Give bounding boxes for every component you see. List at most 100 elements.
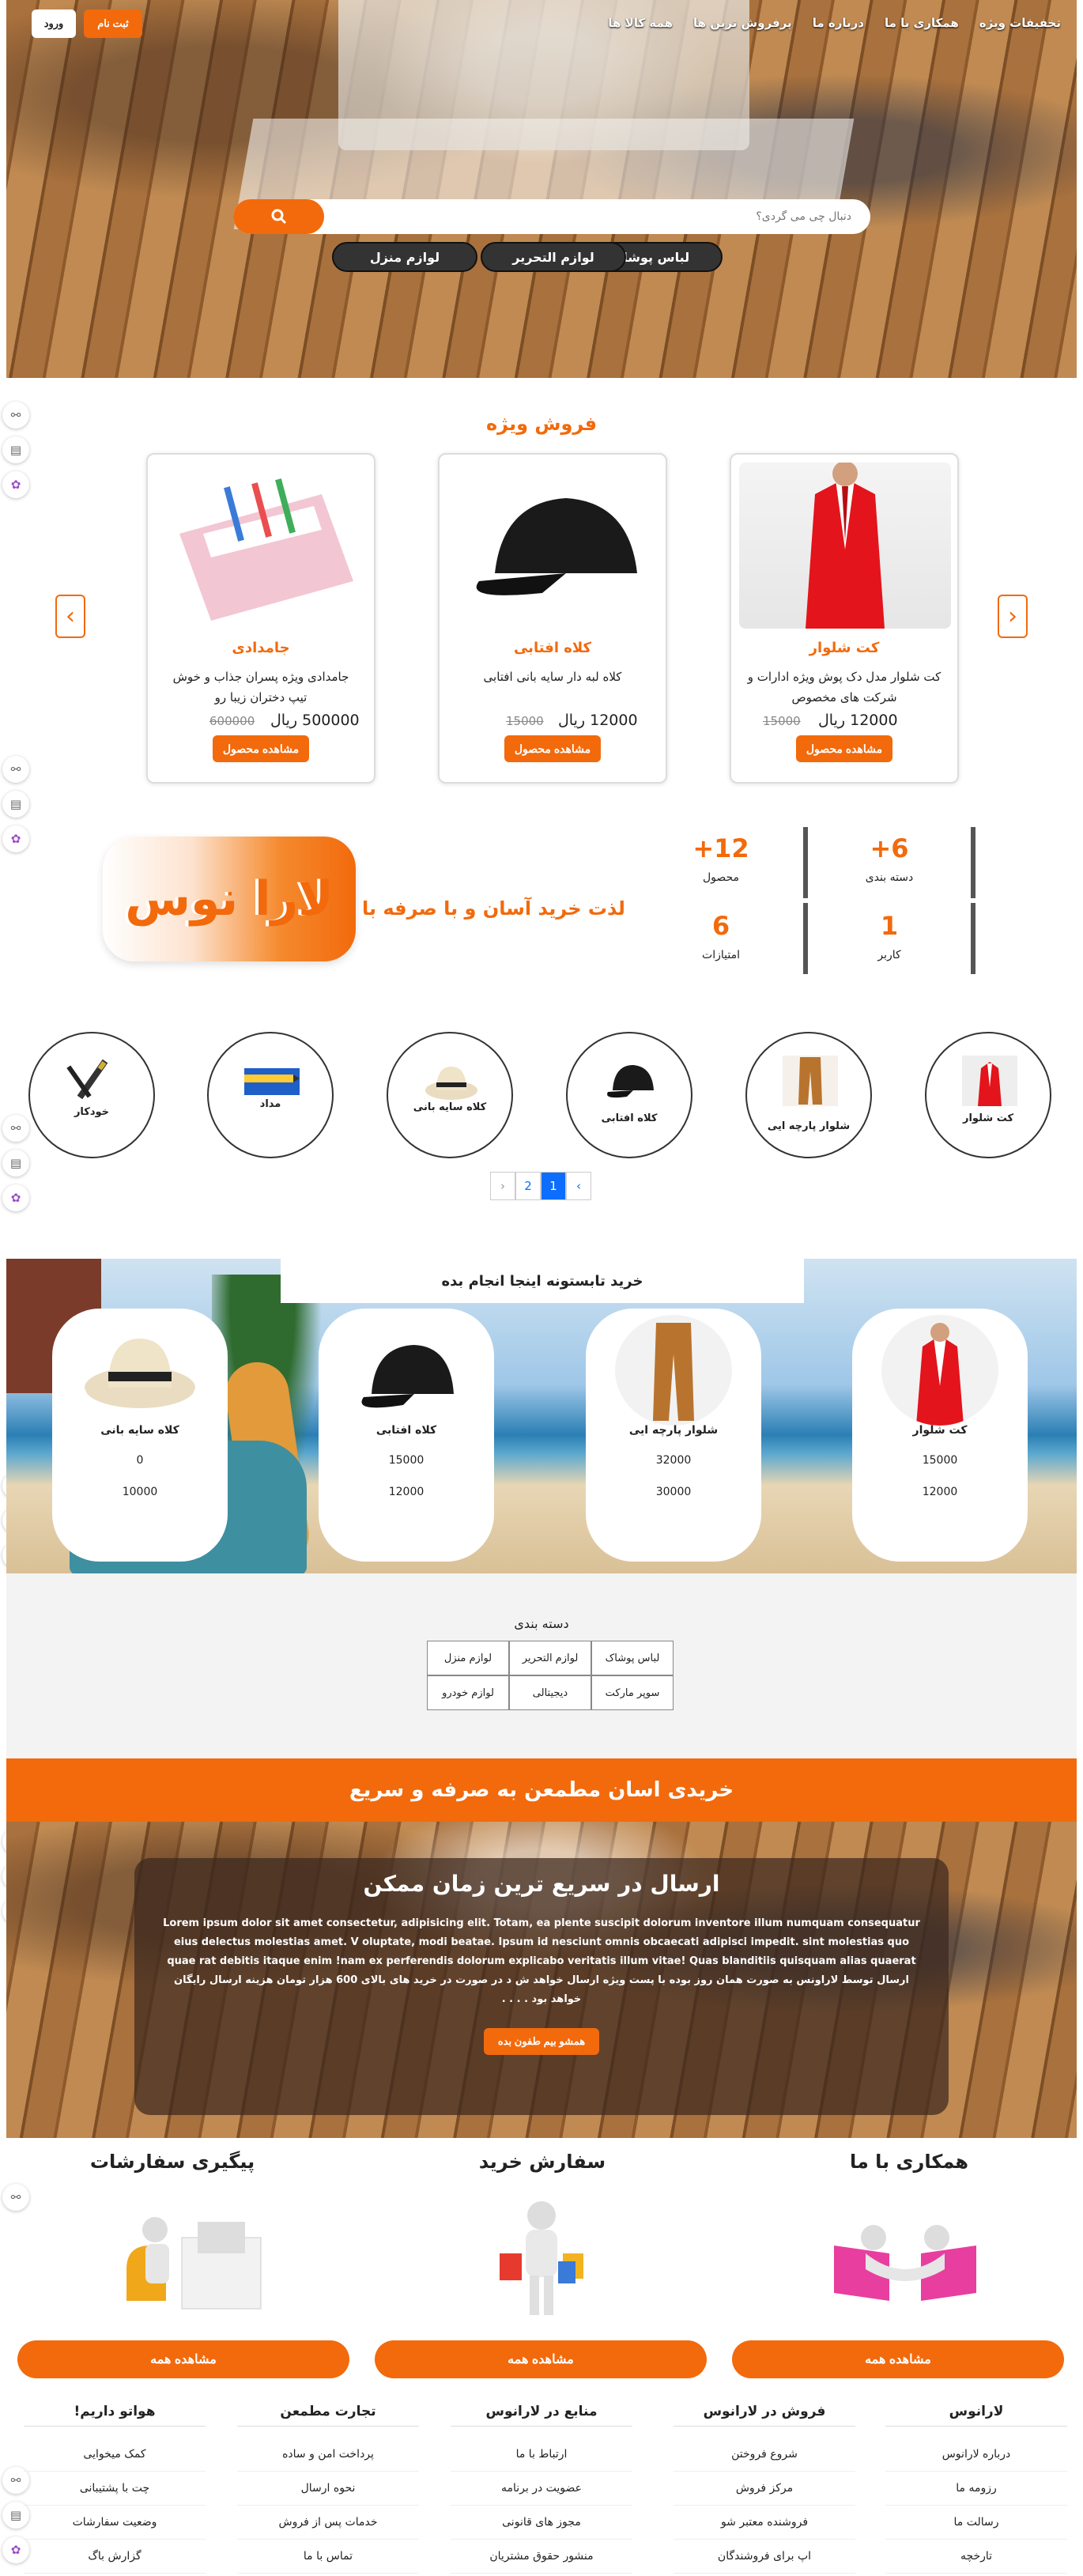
carousel-prev-button[interactable]: ‹ bbox=[55, 595, 85, 638]
category-label: خودکار bbox=[74, 1106, 110, 1118]
product-price: 12000 ریال bbox=[818, 712, 898, 729]
search-bar bbox=[233, 199, 870, 234]
category-circle[interactable]: مداد bbox=[207, 1032, 334, 1158]
footer-link[interactable]: چت با پشتیبانی bbox=[24, 2472, 206, 2506]
special-title: فروش ویژه bbox=[485, 413, 598, 435]
signup-button[interactable]: ثبت نام bbox=[84, 9, 142, 38]
footer-column: لارانوس درباره لارانوس رزومه ما رسالت ما… bbox=[885, 2404, 1067, 2574]
footer-link[interactable]: گزارش باگ bbox=[24, 2540, 206, 2574]
brain-icon[interactable]: ✿ bbox=[2, 1184, 29, 1211]
footer-link[interactable]: تارخچه bbox=[885, 2540, 1067, 2574]
category-circle[interactable]: خودکار bbox=[28, 1032, 155, 1158]
search-button[interactable] bbox=[233, 199, 324, 234]
stat-value: 1 bbox=[880, 911, 899, 941]
login-button[interactable]: ورود bbox=[32, 9, 76, 38]
pen-icon bbox=[66, 1059, 108, 1100]
search-input[interactable] bbox=[377, 199, 851, 234]
nav-link-partner[interactable]: همکاری با ما bbox=[885, 16, 959, 30]
stat-points: 6 امتیازات bbox=[666, 911, 776, 961]
view-all-button[interactable]: مشاهده همه bbox=[17, 2340, 349, 2378]
footer-link[interactable]: مجوز های قانونی bbox=[451, 2506, 632, 2540]
footer-link[interactable]: رسالت ما bbox=[885, 2506, 1067, 2540]
product-card[interactable]: کت شلوار کت شلوار مدل دک پوش ویژه ادارات… bbox=[730, 453, 959, 784]
brain-icon[interactable]: ✿ bbox=[2, 825, 29, 852]
top-nav: ثبت نام ورود تخفیفات ویژه همکاری با ما د… bbox=[6, 0, 1077, 47]
summer-title: خرید تابستونه اینجا انجام بده bbox=[281, 1259, 804, 1303]
footer-link[interactable]: درباره لارانوس bbox=[885, 2438, 1067, 2472]
footer-link[interactable]: کمک میخوایی bbox=[24, 2438, 206, 2472]
view-product-button[interactable]: مشاهده محصول bbox=[213, 735, 309, 762]
brand-logo: لارا نوس bbox=[103, 837, 356, 961]
category-circle[interactable]: کلاه سایه بانی bbox=[387, 1032, 513, 1158]
summer-item-sale: 10000 bbox=[122, 1486, 158, 1498]
product-card[interactable]: کلاه افتابی کلاه لبه دار سایه بانی افتاب… bbox=[438, 453, 667, 784]
shipping-box: ارسال در سریع ترین زمان ممکن Lorem ipsum… bbox=[134, 1858, 949, 2115]
footer-heading: لارانوس bbox=[885, 2404, 1067, 2427]
summer-card[interactable]: شلوار پارچه ایی 32000 30000 bbox=[586, 1309, 761, 1562]
nav-link-bestsellers[interactable]: پرفروش ترین ها bbox=[693, 16, 792, 30]
link-icon[interactable]: ⚯ bbox=[2, 756, 29, 783]
brain-icon[interactable]: ✿ bbox=[2, 471, 29, 498]
link-icon[interactable]: ⚯ bbox=[2, 1115, 29, 1142]
book-icon[interactable]: ▤ bbox=[2, 1150, 29, 1177]
view-product-button[interactable]: مشاهده محصول bbox=[504, 735, 601, 762]
category-circle[interactable]: شلوار پارچه ایی bbox=[745, 1032, 872, 1158]
category-circle[interactable]: کت شلوار bbox=[925, 1032, 1051, 1158]
footer-link[interactable]: وضعیت سفارشات bbox=[24, 2506, 206, 2540]
category-label: مداد bbox=[259, 1098, 281, 1110]
shipping-button[interactable]: همشو بیم طفون بده bbox=[484, 2028, 599, 2055]
divider bbox=[803, 903, 808, 974]
nav-link-offers[interactable]: تخفیفات ویژه bbox=[979, 16, 1061, 30]
suit-icon bbox=[806, 463, 885, 629]
footer-link[interactable]: تماس با ما bbox=[237, 2540, 419, 2574]
nav-link-about[interactable]: درباره ما bbox=[813, 16, 864, 30]
book-icon[interactable]: ▤ bbox=[2, 791, 29, 818]
product-name: کت شلوار bbox=[809, 640, 880, 656]
product-image bbox=[81, 1315, 198, 1426]
footer-link[interactable]: ارتباط با ما bbox=[451, 2438, 632, 2472]
summer-card[interactable]: کلاه سایه بانی 0 10000 bbox=[52, 1309, 228, 1562]
category-cell[interactable]: سوپر مارکت bbox=[591, 1675, 674, 1710]
category-cell[interactable]: لباس پوشاک bbox=[591, 1641, 674, 1675]
summer-card[interactable]: کت شلوار 15000 12000 bbox=[852, 1309, 1028, 1562]
pagination: › 2 1 ‹ bbox=[490, 1172, 591, 1200]
shopping-person-icon bbox=[500, 2201, 583, 2315]
category-cell[interactable]: لوازم التحریر bbox=[509, 1641, 591, 1675]
page-2-button[interactable]: 2 bbox=[515, 1172, 541, 1200]
footer-link[interactable]: عضویت در برنامه bbox=[451, 2472, 632, 2506]
view-all-button[interactable]: مشاهده همه bbox=[375, 2340, 707, 2378]
view-all-button[interactable]: مشاهده همه bbox=[732, 2340, 1064, 2378]
category-circle[interactable]: کلاه افتابی bbox=[566, 1032, 692, 1158]
category-cell[interactable]: دیجیتالی bbox=[509, 1675, 591, 1710]
nav-links: تخفیفات ویژه همکاری با ما درباره ما پرفر… bbox=[608, 16, 1061, 30]
page-next-button[interactable]: ‹ bbox=[566, 1172, 591, 1200]
category-cell[interactable]: لوازم منزل bbox=[427, 1641, 509, 1675]
side-widget: ⚯ ▤ ✿ bbox=[0, 1115, 32, 1211]
footer-link[interactable]: شروع فروختن bbox=[674, 2438, 855, 2472]
footer-link[interactable]: رزومه ما bbox=[885, 2472, 1067, 2506]
chip-stationery[interactable]: لوازم التحریر bbox=[481, 242, 626, 272]
product-price: 12000 ریال bbox=[558, 712, 638, 729]
footer-link[interactable]: نحوه ارسال bbox=[237, 2472, 419, 2506]
footer-link[interactable]: خدمات پس از فروش bbox=[237, 2506, 419, 2540]
view-product-button[interactable]: مشاهده محصول bbox=[796, 735, 892, 762]
carousel-next-button[interactable]: › bbox=[998, 595, 1028, 638]
footer-link[interactable]: پرداخت امن و ساده bbox=[237, 2438, 419, 2472]
divider bbox=[803, 827, 808, 898]
product-card[interactable]: جامدادی جامدادی ویژه پسران جذاب و خوش تی… bbox=[146, 453, 375, 784]
nav-link-all-products[interactable]: همه کالا ها bbox=[608, 16, 673, 30]
link-icon[interactable]: ⚯ bbox=[2, 2184, 29, 2211]
footer-link[interactable]: اپ برای فروشندگان bbox=[674, 2540, 855, 2574]
summer-card[interactable]: کلاه افتابی 15000 12000 bbox=[319, 1309, 494, 1562]
footer-link[interactable]: فروشنده معتبر شو bbox=[674, 2506, 855, 2540]
footer-link[interactable]: مرکز فروش bbox=[674, 2472, 855, 2506]
page-1-button[interactable]: 1 bbox=[541, 1172, 566, 1200]
book-icon[interactable]: ▤ bbox=[2, 436, 29, 463]
category-cell[interactable]: لوازم خودرو bbox=[427, 1675, 509, 1710]
summer-item-price: 0 bbox=[136, 1454, 144, 1467]
footer-link[interactable]: منشور حقوق مشتریان bbox=[451, 2540, 632, 2574]
chip-home[interactable]: لوازم منزل bbox=[332, 242, 477, 272]
footer-column: فروش در لارانوس شروع فروختن مرکز فروش فر… bbox=[674, 2404, 855, 2574]
side-widget: ⚯ bbox=[0, 2184, 32, 2211]
page-prev-button[interactable]: › bbox=[490, 1172, 515, 1200]
